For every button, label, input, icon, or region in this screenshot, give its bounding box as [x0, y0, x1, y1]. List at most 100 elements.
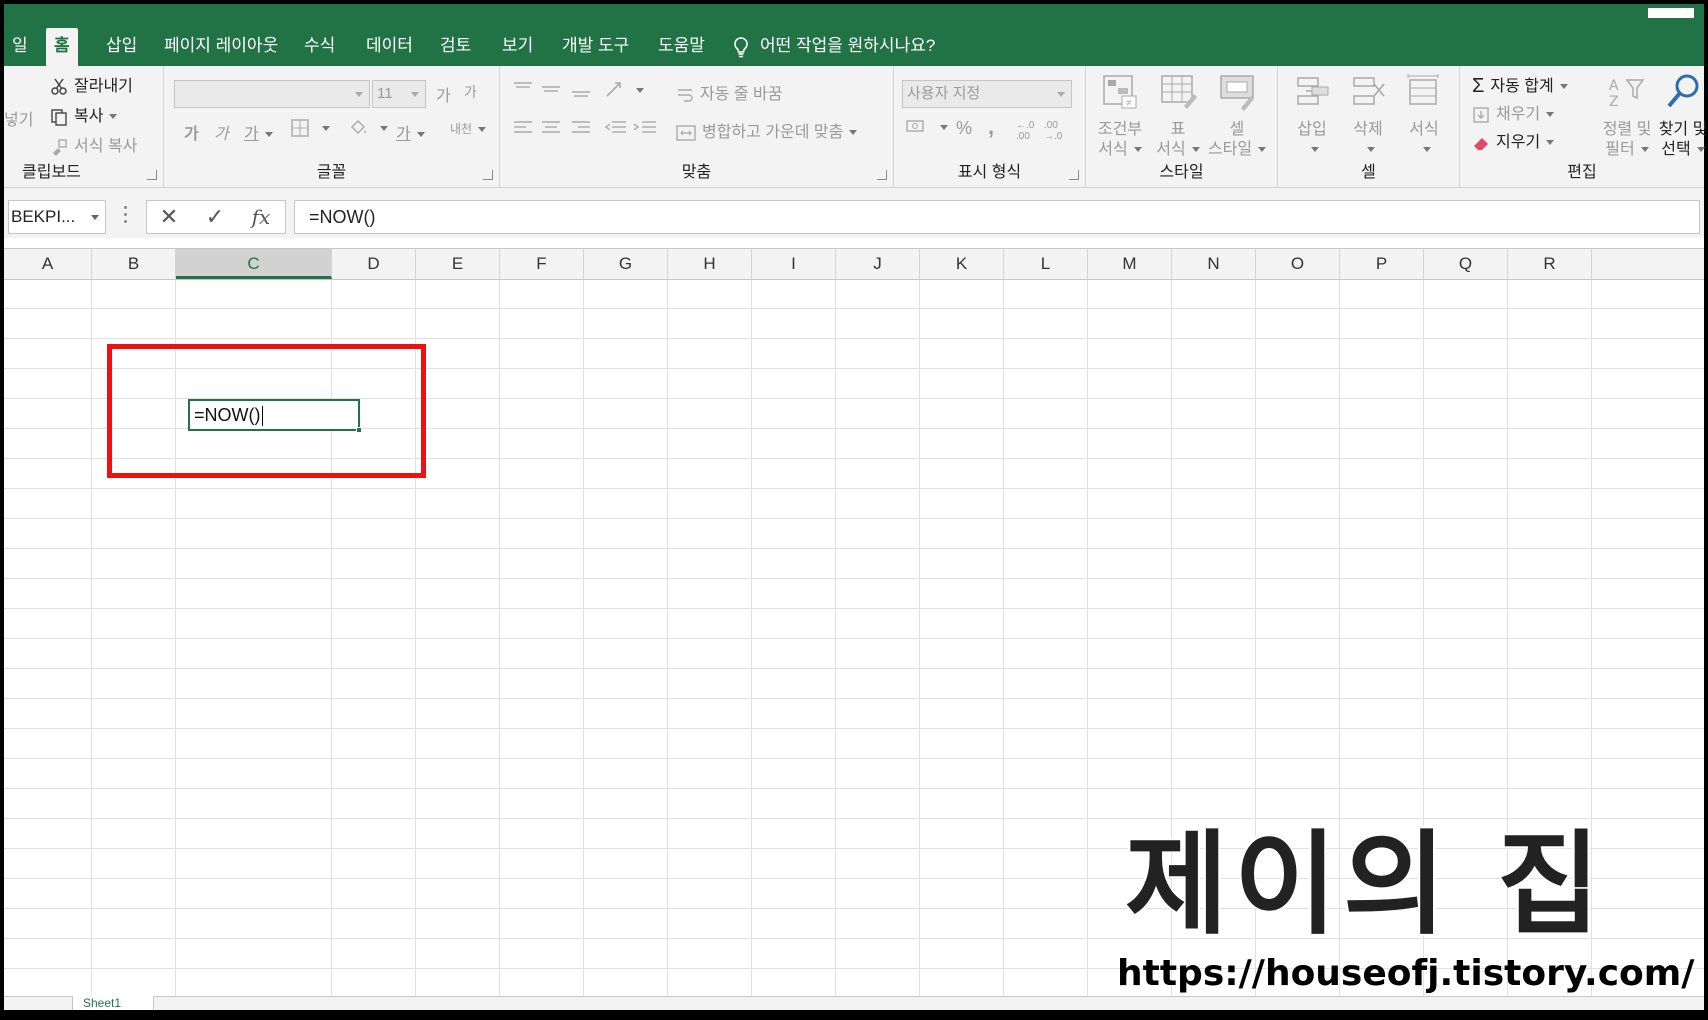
fill-color-button[interactable]: [348, 118, 388, 138]
column-header-a[interactable]: A: [4, 249, 92, 279]
cut-button[interactable]: 잘라내기: [50, 72, 133, 96]
gridline-horizontal: [4, 668, 1704, 669]
number-launcher-icon[interactable]: [1069, 170, 1079, 180]
cell-styles-line1: 셀: [1229, 121, 1245, 138]
editing-group-label: 편집: [1567, 164, 1597, 181]
wrap-text-label: 자동 줄 바꿈: [700, 86, 783, 103]
name-box[interactable]: BEKPI...: [8, 200, 106, 234]
column-header-r[interactable]: R: [1508, 249, 1592, 279]
format-cells-button[interactable]: 서식: [1396, 72, 1452, 160]
tab-review[interactable]: 검토: [432, 28, 479, 66]
wrap-text-button[interactable]: 자동 줄 바꿈: [676, 80, 783, 104]
border-button[interactable]: [290, 118, 330, 138]
window-control[interactable]: [1648, 8, 1694, 18]
align-top-icon[interactable]: [512, 80, 596, 100]
group-alignment: 자동 줄 바꿈 병합하고 가운데 맞춤 맞춤: [500, 66, 894, 188]
column-header-k[interactable]: K: [920, 249, 1004, 279]
orientation-button[interactable]: [604, 80, 644, 100]
font-name-select[interactable]: [174, 80, 370, 108]
gridline-horizontal: [4, 548, 1704, 549]
format-cells-arrow: [1396, 140, 1452, 160]
decrease-decimal-button[interactable]: .00 →.0: [1044, 120, 1068, 142]
column-header-g[interactable]: G: [584, 249, 668, 279]
conditional-formatting-button[interactable]: ≠ 조건부 서식: [1092, 72, 1148, 160]
chevron-down-icon: [849, 130, 858, 136]
column-header-q[interactable]: Q: [1424, 249, 1508, 279]
gridline-horizontal: [4, 518, 1704, 519]
format-painter-button[interactable]: 서식 복사: [50, 132, 137, 156]
italic-button[interactable]: 가: [214, 120, 229, 144]
chevron-down-icon: [1133, 147, 1142, 153]
sheet-tab[interactable]: Sheet1: [72, 996, 154, 1010]
column-header-n[interactable]: N: [1172, 249, 1256, 279]
conditional-line2: 서식: [1092, 140, 1148, 160]
bold-button[interactable]: 가: [184, 120, 199, 144]
border-icon: [291, 119, 309, 137]
percent-button[interactable]: %: [956, 118, 972, 139]
clear-button[interactable]: 지우기: [1472, 128, 1555, 152]
resize-handle-icon[interactable]: [124, 206, 128, 224]
indent-icon[interactable]: [604, 118, 660, 138]
confirm-entry-button[interactable]: ✓: [193, 201, 237, 233]
copy-button[interactable]: 복사: [50, 102, 118, 126]
alignment-launcher-icon[interactable]: [877, 170, 887, 180]
tab-file[interactable]: 일: [4, 28, 36, 66]
cell-styles-button[interactable]: 셀 스타일: [1204, 72, 1270, 160]
number-format-select[interactable]: 사용자 지정: [902, 80, 1072, 108]
tab-data[interactable]: 데이터: [358, 28, 421, 66]
column-header-h[interactable]: H: [668, 249, 752, 279]
chevron-down-icon: [1423, 147, 1431, 153]
phonetic-button[interactable]: 내천: [450, 120, 487, 137]
grow-font-button[interactable]: 가: [436, 82, 451, 106]
insert-cells-arrow: [1284, 140, 1340, 160]
paintbrush-icon: [53, 139, 67, 156]
column-header-d[interactable]: D: [332, 249, 416, 279]
column-header-o[interactable]: O: [1256, 249, 1340, 279]
clipboard-launcher-icon[interactable]: [147, 170, 157, 180]
cancel-entry-button[interactable]: ✕: [147, 201, 191, 233]
insert-cells-button[interactable]: 삽입: [1284, 72, 1340, 160]
column-header-c[interactable]: C: [176, 249, 332, 279]
autosum-button[interactable]: Σ 자동 합계: [1472, 72, 1568, 98]
format-as-table-button[interactable]: 표 서식: [1154, 72, 1202, 160]
scissors-icon: [51, 78, 67, 95]
column-header-e[interactable]: E: [416, 249, 500, 279]
font-launcher-icon[interactable]: [483, 170, 493, 180]
bold-label: 가: [184, 126, 199, 143]
chevron-down-icon: [1191, 147, 1200, 153]
tab-developer[interactable]: 개발 도구: [554, 28, 637, 66]
column-header-m[interactable]: M: [1088, 249, 1172, 279]
formula-input[interactable]: =NOW(): [294, 200, 1700, 234]
column-header-i[interactable]: I: [752, 249, 836, 279]
tab-home[interactable]: 홈: [46, 28, 78, 66]
tab-page-layout[interactable]: 페이지 레이아웃: [156, 28, 286, 66]
fill-button[interactable]: 채우기: [1472, 100, 1555, 124]
column-header-j[interactable]: J: [836, 249, 920, 279]
find-select-button[interactable]: 찾기 및 선택: [1656, 72, 1708, 160]
column-header-l[interactable]: L: [1004, 249, 1088, 279]
shrink-font-button[interactable]: 가: [464, 82, 477, 102]
tab-insert[interactable]: 삽입: [98, 28, 145, 66]
font-size-select[interactable]: 11: [372, 80, 426, 108]
column-header-b[interactable]: B: [92, 249, 176, 279]
comma-button[interactable]: ,: [988, 114, 994, 140]
tell-me-search[interactable]: 어떤 작업을 원하시나요?: [732, 28, 935, 66]
increase-decimal-button[interactable]: ←.0 .00: [1016, 120, 1040, 142]
number-format-value: 사용자 지정: [907, 85, 981, 102]
underline-button[interactable]: 가: [244, 120, 273, 144]
tab-formulas[interactable]: 수식: [296, 28, 343, 66]
paste-button[interactable]: 넣기: [4, 106, 33, 130]
column-header-p[interactable]: P: [1340, 249, 1424, 279]
font-color-button[interactable]: 가: [396, 120, 425, 144]
column-header-f[interactable]: F: [500, 249, 584, 279]
tab-help[interactable]: 도움말: [650, 28, 713, 66]
group-font: 11 가 가 가 가 가 가 내천 글꼴: [164, 66, 500, 188]
align-left-icon[interactable]: [512, 118, 596, 138]
gridline-horizontal: [4, 818, 1704, 819]
tab-view[interactable]: 보기: [494, 28, 541, 66]
sort-filter-button[interactable]: AZ 정렬 및 필터: [1600, 72, 1654, 160]
insert-function-button[interactable]: fx: [239, 201, 283, 233]
merge-center-button[interactable]: 병합하고 가운데 맞춤: [676, 118, 858, 142]
delete-cells-button[interactable]: 삭제: [1340, 72, 1396, 160]
accounting-button[interactable]: [906, 118, 948, 136]
